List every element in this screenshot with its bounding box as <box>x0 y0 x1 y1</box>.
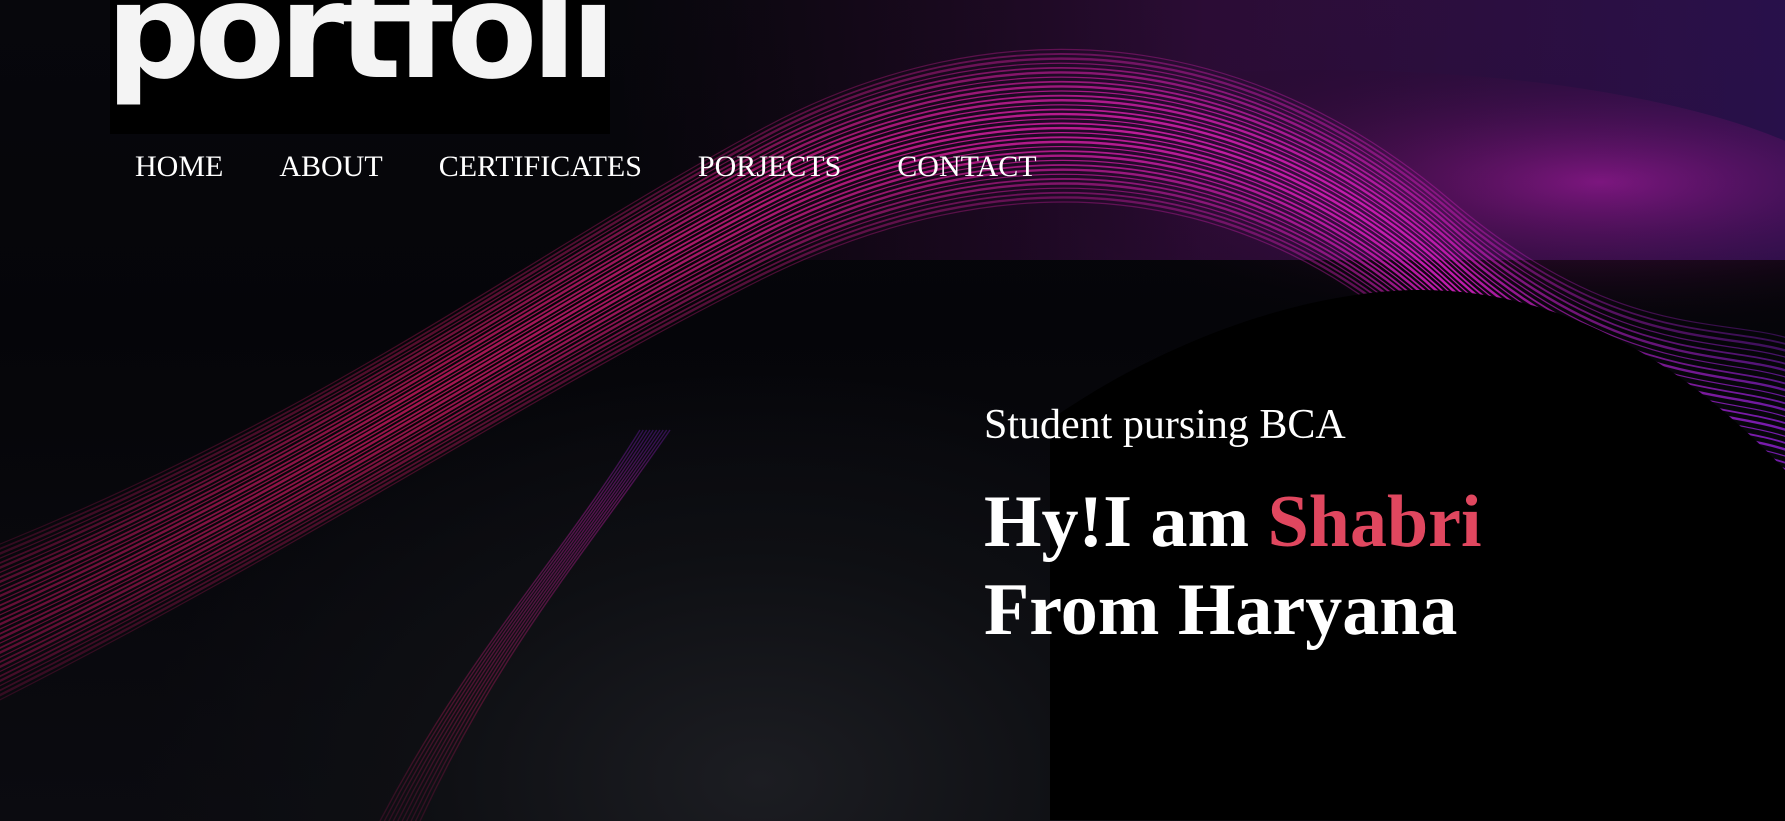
hero-greeting: Hy!I am <box>984 481 1268 564</box>
logo-text: portfolio <box>110 0 610 109</box>
hero-headline: Hy!I am Shabri From Haryana <box>984 478 1482 654</box>
nav-item-projects[interactable]: PORJECTS <box>698 150 841 183</box>
site-logo[interactable]: portfolio <box>110 0 610 134</box>
nav-item-contact[interactable]: CONTACT <box>897 150 1036 183</box>
hero-name: Shabri <box>1267 481 1482 564</box>
intro-block: Student pursing BCA Hy!I am Shabri From … <box>984 400 1482 654</box>
hero-subtitle: Student pursing BCA <box>984 402 1346 448</box>
wave-strand <box>397 429 654 821</box>
wave-strand <box>379 429 641 821</box>
main-nav: HOME ABOUT CERTIFICATES PORJECTS CONTACT <box>135 150 1093 183</box>
hero-section: portfolio HOME ABOUT CERTIFICATES PORJEC… <box>0 0 1785 821</box>
wave-strand <box>383 429 644 821</box>
hero-origin: From Haryana <box>984 569 1458 652</box>
wave-strand <box>419 429 671 821</box>
nav-item-about[interactable]: ABOUT <box>279 150 382 183</box>
nav-item-home[interactable]: HOME <box>135 150 223 183</box>
nav-item-certificates[interactable]: CERTIFICATES <box>439 150 642 183</box>
